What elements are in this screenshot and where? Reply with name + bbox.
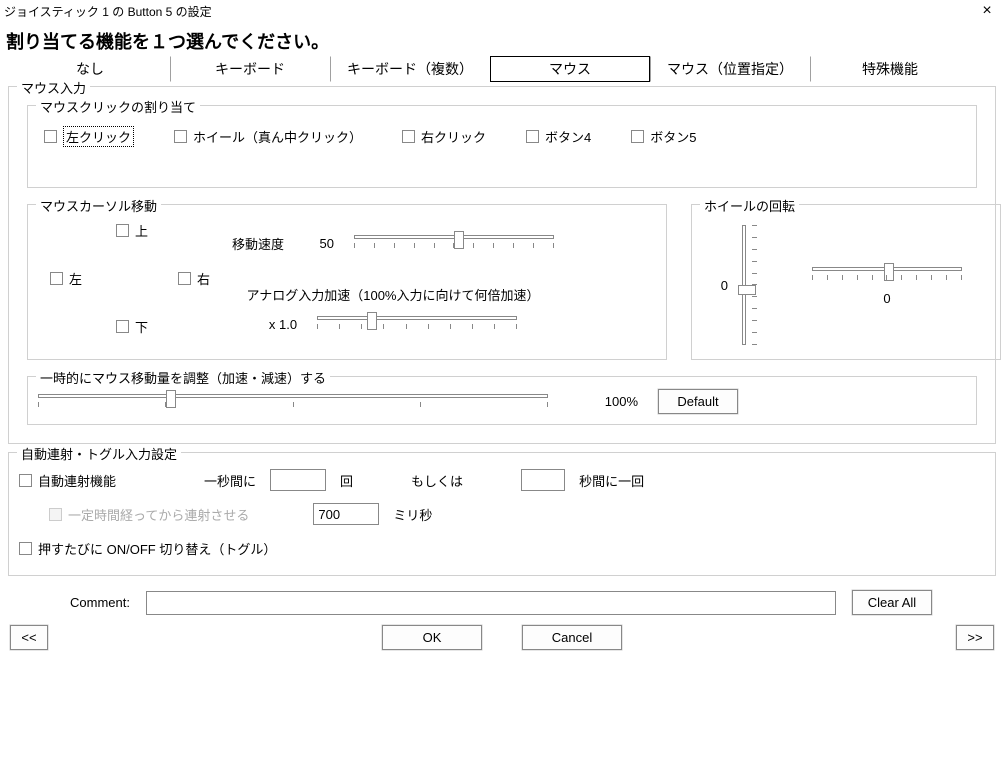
tab-keyboard-multi[interactable]: キーボード（複数） <box>330 56 490 82</box>
per-sec-suf: 回 <box>340 471 353 490</box>
wheel-v-value: 0 <box>710 278 728 293</box>
per-interval-input[interactable] <box>521 469 565 491</box>
wheel-rotation-legend: ホイールの回転 <box>700 196 799 215</box>
tab-special[interactable]: 特殊機能 <box>810 56 970 82</box>
speed-slider[interactable] <box>354 233 554 253</box>
delay-input[interactable] <box>313 503 379 525</box>
temp-adjust-slider[interactable] <box>38 392 548 412</box>
dpad-down-checkbox[interactable]: 下 <box>116 317 148 336</box>
window-title: ジョイスティック 1 の Button 5 の設定 <box>4 3 212 20</box>
click-assign-legend: マウスクリックの割り当て <box>36 97 200 116</box>
next-button[interactable]: >> <box>956 625 994 650</box>
delay-checkbox: 一定時間経ってから連射させる <box>49 505 249 524</box>
prev-button[interactable]: << <box>10 625 48 650</box>
wheel-v-slider[interactable] <box>738 225 762 345</box>
cancel-button[interactable]: Cancel <box>522 625 622 650</box>
dpad-left-checkbox[interactable]: 左 <box>50 269 82 288</box>
autofire-enable-label: 自動連射機能 <box>38 471 116 490</box>
mouse-input-group: マウス入力 マウスクリックの割り当て 左クリック ホイール（真ん中クリック） 右… <box>8 86 996 444</box>
button4-label: ボタン4 <box>545 127 591 146</box>
analog-label: アナログ入力加速（100%入力に向けて何倍加速） <box>232 285 554 304</box>
dpad-left-label: 左 <box>69 269 82 288</box>
footer: << OK Cancel >> <box>0 619 1004 656</box>
comment-label: Comment: <box>70 595 130 610</box>
comment-row: Comment: Clear All <box>0 584 1004 619</box>
comment-input[interactable] <box>146 591 836 615</box>
wheel-h-slider[interactable] <box>812 265 962 285</box>
default-button[interactable]: Default <box>658 389 738 414</box>
tab-mouse-pos[interactable]: マウス（位置指定） <box>650 56 810 82</box>
dpad-up-checkbox[interactable]: 上 <box>116 221 148 240</box>
delay-unit: ミリ秒 <box>393 505 432 524</box>
wheel-click-checkbox[interactable]: ホイール（真ん中クリック） <box>174 126 362 147</box>
tab-keyboard[interactable]: キーボード <box>170 56 330 82</box>
right-click-label: 右クリック <box>421 127 486 146</box>
left-click-label: 左クリック <box>63 126 134 147</box>
temp-adjust-value: 100% <box>568 394 638 409</box>
temp-adjust-group: 一時的にマウス移動量を調整（加速・減速）する 100% Default <box>27 376 977 425</box>
instruction-text: 割り当てる機能を１つ選んでください。 <box>0 22 1004 56</box>
wheel-click-label: ホイール（真ん中クリック） <box>193 127 362 146</box>
button5-checkbox[interactable]: ボタン5 <box>631 126 696 147</box>
per-sec-pre: 一秒間に <box>204 471 256 490</box>
close-icon[interactable]: × <box>972 3 1002 19</box>
dpad: 上 下 左 右 <box>38 215 228 345</box>
delay-label: 一定時間経ってから連射させる <box>68 505 249 524</box>
speed-value: 50 <box>304 236 334 251</box>
or-label: もしくは <box>411 471 463 490</box>
mouse-input-legend: マウス入力 <box>17 78 90 97</box>
dpad-right-label: 右 <box>197 269 210 288</box>
analog-slider[interactable] <box>317 314 517 334</box>
toggle-label: 押すたびに ON/OFF 切り替え（トグル） <box>38 539 276 558</box>
per-sec-input[interactable] <box>270 469 326 491</box>
cursor-move-legend: マウスカーソル移動 <box>36 196 161 215</box>
wheel-h-value: 0 <box>883 291 890 306</box>
tab-bar: なし キーボード キーボード（複数） マウス マウス（位置指定） 特殊機能 <box>0 56 1004 82</box>
click-assign-group: マウスクリックの割り当て 左クリック ホイール（真ん中クリック） 右クリック ボ… <box>27 105 977 188</box>
temp-adjust-legend: 一時的にマウス移動量を調整（加速・減速）する <box>36 368 330 387</box>
speed-label: 移動速度 <box>232 234 284 253</box>
clear-all-button[interactable]: Clear All <box>852 590 932 615</box>
analog-value: x 1.0 <box>269 317 297 332</box>
autofire-legend: 自動連射・トグル入力設定 <box>17 444 181 463</box>
button5-label: ボタン5 <box>650 127 696 146</box>
autofire-enable-checkbox[interactable]: 自動連射機能 <box>19 471 116 490</box>
dpad-down-label: 下 <box>135 317 148 336</box>
toggle-checkbox[interactable]: 押すたびに ON/OFF 切り替え（トグル） <box>19 539 276 558</box>
button4-checkbox[interactable]: ボタン4 <box>526 126 591 147</box>
dpad-right-checkbox[interactable]: 右 <box>178 269 210 288</box>
left-click-checkbox[interactable]: 左クリック <box>44 126 134 147</box>
titlebar: ジョイスティック 1 の Button 5 の設定 × <box>0 0 1004 22</box>
cursor-move-group: マウスカーソル移動 上 下 左 右 <box>27 204 667 360</box>
ok-button[interactable]: OK <box>382 625 482 650</box>
dpad-up-label: 上 <box>135 221 148 240</box>
autofire-group: 自動連射・トグル入力設定 自動連射機能 一秒間に 回 もしくは 秒間に一回 一定… <box>8 452 996 576</box>
right-click-checkbox[interactable]: 右クリック <box>402 126 486 147</box>
tab-mouse[interactable]: マウス <box>490 56 650 82</box>
wheel-rotation-group: ホイールの回転 0 0 <box>691 204 1001 360</box>
per-interval-suf: 秒間に一回 <box>579 471 644 490</box>
